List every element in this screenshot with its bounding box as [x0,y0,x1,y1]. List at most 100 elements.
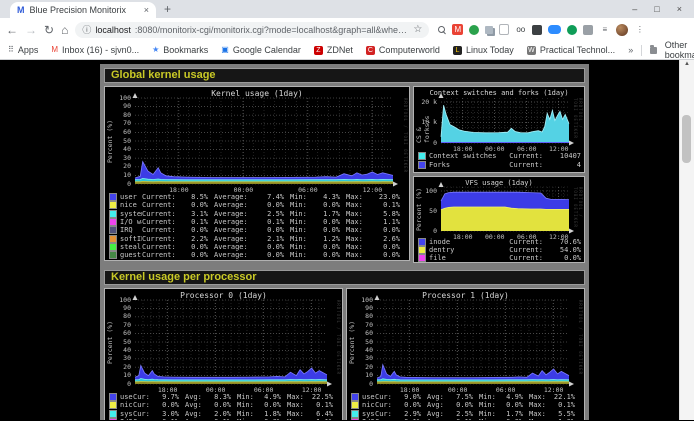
chart-kernel-usage[interactable]: Kernel usage (1day)Percent (%)0102030405… [104,86,410,261]
bookmark-item[interactable]: LLinux Today [453,45,514,55]
legend-stat-value: 2.6% [383,235,400,243]
tab-list-icon[interactable]: ≡ [599,24,610,35]
legend-stat: Min:0.0% [290,251,346,259]
legend-stat-label: Average: [214,218,248,226]
chart-plot-area [135,98,401,192]
legend-row: userCurrent:8.5%Average:7.4%Min:4.3%Max:… [109,193,406,201]
legend-row: systemCur:3.0%Avg:2.0%Min:1.8%Max:6.4% [109,410,339,418]
reload-icon[interactable]: ↻ [44,24,54,36]
bookmark-item[interactable]: ▣Google Calendar [221,45,301,55]
glasses-extension-icon[interactable]: oo [515,24,526,35]
y-tick-label: 20 [105,163,131,170]
y-tick-label: 90 [347,305,373,312]
legend-color-swatch [109,226,117,234]
legend-stat-label: Min: [290,251,307,259]
bookmark-item[interactable]: ZZDNet [314,45,353,55]
tab-strip: M Blue Precision Monitorix × + – □ × [0,0,694,18]
legend-stat-value: 8.3% [214,393,231,401]
chart-plot-area [441,187,577,239]
legend-stat: Min:4.9% [237,393,287,401]
legend-color-swatch [109,401,117,409]
page-info-icon[interactable]: ⓘ [82,23,91,36]
legend-stat-value: 1.2% [323,235,340,243]
bookmark-item[interactable]: CComputerworld [366,45,440,55]
bookmarks-overflow-chevron[interactable]: » [628,45,633,55]
blue-oval-extension-icon[interactable] [548,25,561,34]
window-close-icon[interactable]: × [677,4,682,14]
gmail-extension-icon[interactable]: M [452,24,463,35]
legend-color-swatch [109,418,117,420]
legend-stat: Min:1.2% [290,235,346,243]
legend-stat-value: 22.5% [312,393,333,401]
legend-stat-label: Average: [214,201,248,209]
chart-processor-1[interactable]: Processor 1 (1day)Percent (%)01020304050… [346,288,585,420]
legend-stat-value: 0.1% [267,218,284,226]
home-icon[interactable]: ⌂ [61,24,68,36]
scrollbar-up-arrow[interactable]: ▲ [680,61,694,67]
window-maximize-icon[interactable]: □ [654,4,659,14]
y-tick-label: 10 k [414,119,437,126]
back-icon[interactable]: ← [6,24,18,36]
legend-series-name: softIRQ [120,235,142,243]
legend-stat-label: Max: [287,401,304,409]
chart-legend: inodeCurrent:70.6%dentryCurrent:54.0%fil… [418,238,581,261]
y-tick-label: 50 [414,208,437,215]
legend-color-swatch [418,161,426,169]
gmail-icon: M [51,46,58,54]
bookmark-star-icon[interactable]: ☆ [413,24,422,35]
earth-extension-icon[interactable] [469,25,479,35]
legend-color-swatch [351,393,359,401]
bookmark-label: Computerworld [379,45,440,55]
copy-extension-icon[interactable] [485,26,493,34]
legend-color-swatch [109,218,117,226]
chart-processor-0[interactable]: Processor 0 (1day)Percent (%)01020304050… [104,288,343,420]
tab-close-icon[interactable]: × [144,5,149,15]
address-bar[interactable]: ⓘ localhost:8080/monitorix-cgi/monitorix… [75,22,429,38]
search-icon[interactable] [438,26,446,34]
legend-stat-label: Current: [142,201,176,209]
legend-stat: Current:0.0% [142,243,214,251]
chart-context-switches-forks[interactable]: Context switches and forks (1day)CS & fo… [413,86,585,173]
bookmark-item[interactable]: ⠿Apps [8,45,38,55]
legend-stat-value: 0.0% [383,243,400,251]
monitorix-favicon: M [17,5,25,15]
y-tick-label: 10 [347,372,373,379]
tab-blue-precision-monitorix[interactable]: M Blue Precision Monitorix × [10,2,156,18]
chart-vfs-usage[interactable]: VFS usage (1day)Percent (%)05010018:0000… [413,176,585,263]
legend-stat-label: Current: [142,210,176,218]
page-scrollbar[interactable]: ▲ [679,60,694,420]
window-minimize-icon[interactable]: – [632,4,637,14]
forward-icon[interactable]: → [25,24,37,36]
other-bookmarks-label[interactable]: Other bookmarks [665,40,694,60]
legend-color-swatch [109,210,117,218]
folder-icon [650,47,657,54]
legend-stat-label: Min: [237,410,254,418]
dark-square-extension-icon[interactable] [532,25,542,35]
chart-title: Context switches and forks (1day) [414,89,584,97]
legend-stat-value: 0.0% [267,251,284,259]
bookmark-item[interactable]: MInbox (16) - sjvn0... [51,45,139,55]
legend-stat-label: Min: [290,210,307,218]
legend-row: stealCurrent:0.0%Average:0.0%Min:0.0%Max… [109,243,406,251]
legend-stat-label: Max: [287,393,304,401]
bookmark-item[interactable]: WPractical Technol... [527,45,615,55]
legend-stat-label: Current: [142,243,176,251]
legend-stat: Max:6.4% [287,410,339,418]
new-tab-button[interactable]: + [164,2,171,18]
legend-stat-value: 1.0% [558,418,575,420]
legend-color-swatch [109,193,117,201]
profile-avatar[interactable] [616,24,628,36]
legend-stat: Min:0.0% [479,401,529,409]
scrollbar-thumb[interactable] [682,115,691,163]
bookmark-item[interactable]: ★Bookmarks [152,45,208,55]
y-tick-label: 100 [347,297,373,304]
legend-stat-label: Max: [346,235,363,243]
legend-color-swatch [109,235,117,243]
legend-series-name: nice [362,401,375,409]
green-circle-extension-icon[interactable] [567,25,577,35]
page-extension-icon[interactable] [499,24,509,35]
legend-stat: Max:0.0% [346,243,406,251]
legend-stat-label: Current: [509,254,543,262]
extensions-puzzle-icon[interactable] [583,25,593,35]
browser-menu-icon[interactable]: ⋮ [634,24,645,35]
